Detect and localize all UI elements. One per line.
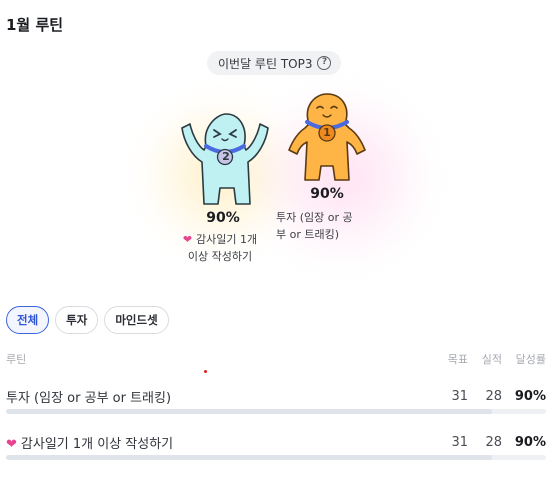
routine-progress-bar: [6, 455, 546, 460]
header-goal: 목표: [447, 353, 468, 366]
table-header: 루틴 목표 실적 달성률: [6, 351, 546, 367]
routine-goal: 31: [451, 434, 468, 450]
routine-progress-fill: [6, 455, 492, 460]
routine-rate: 90%: [514, 388, 546, 404]
routine-rate: 90%: [514, 434, 546, 450]
routine-name: ❤ 감사일기 1개 이상 작성하기: [6, 436, 174, 452]
tab-investment[interactable]: 투자: [55, 306, 99, 334]
heart-icon: ❤: [6, 436, 17, 452]
tab-mindset[interactable]: 마인드셋: [104, 306, 169, 334]
routine-actual: 28: [485, 434, 502, 450]
rank-2-name: ❤ 감사일기 1개 이상 작성하기: [182, 233, 258, 263]
routine-name: 투자 (임장 or 공부 or 트래킹): [6, 390, 172, 406]
cursor-dot: [204, 370, 207, 373]
routine-row[interactable]: ❤ 감사일기 1개 이상 작성하기 31 28 90%: [6, 430, 546, 454]
rank-2-percent: 90%: [206, 210, 240, 226]
routine-progress-fill: [6, 409, 492, 414]
section-title: 1월 루틴: [6, 16, 64, 34]
routine-goal: 31: [451, 388, 468, 404]
rank-1-name: 투자 (임장 or 공 부 or 트래킹): [276, 211, 353, 241]
top3-badge[interactable]: 이번달 루틴 TOP3 ?: [207, 51, 342, 75]
tab-all[interactable]: 전체: [6, 306, 50, 334]
rank-1-percent: 90%: [310, 186, 344, 202]
category-tabs: 전체 투자 마인드셋: [6, 306, 169, 334]
header-actual: 실적: [481, 353, 502, 366]
header-rate: 달성률: [515, 353, 546, 366]
rank-2-medal-number: 2: [222, 150, 230, 163]
rank-1-medal-number: 1: [323, 126, 331, 139]
routine-row[interactable]: 투자 (임장 or 공부 or 트래킹) 31 28 90%: [6, 384, 546, 408]
top3-label: 이번달 루틴 TOP3: [218, 56, 313, 71]
routine-progress-bar: [6, 409, 546, 414]
heart-icon: ❤: [182, 233, 193, 246]
header-routine: 루틴: [6, 353, 27, 366]
question-circle-icon[interactable]: ?: [317, 56, 332, 70]
routine-actual: 28: [485, 388, 502, 404]
